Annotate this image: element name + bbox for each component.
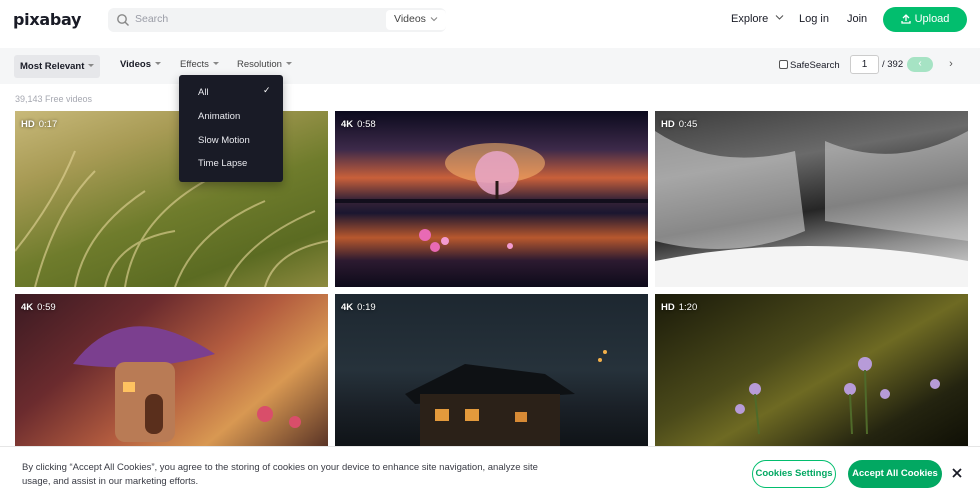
search-icon xyxy=(117,14,129,26)
close-icon[interactable] xyxy=(951,467,963,479)
safesearch-toggle[interactable]: SafeSearch xyxy=(779,60,840,71)
upload-label: Upload xyxy=(914,13,950,25)
duration-label: 0:19 xyxy=(357,302,376,313)
video-thumbnail[interactable]: 4K 0:58 xyxy=(335,111,648,287)
effects-option-slow-motion[interactable]: Slow Motion xyxy=(198,135,250,146)
page-number-input[interactable]: 1 xyxy=(850,55,879,74)
page-total: / 392 xyxy=(882,59,904,70)
prev-page-button[interactable]: ‹ xyxy=(907,57,933,72)
chevron-down-icon xyxy=(430,17,438,22)
top-bar: pixabay Search Videos Explore Log in Joi… xyxy=(0,0,980,40)
resolution-dropdown[interactable]: Resolution xyxy=(237,59,292,70)
chevron-down-icon xyxy=(775,15,784,20)
video-badge: HD 0:17 xyxy=(21,119,57,130)
video-badge: HD 1:20 xyxy=(661,302,697,313)
quality-label: 4K xyxy=(341,302,354,313)
sort-dropdown[interactable]: Most Relevant xyxy=(14,55,101,78)
effects-option-time-lapse[interactable]: Time Lapse xyxy=(198,158,247,169)
upload-button[interactable]: Upload xyxy=(883,7,967,32)
media-type-label: Videos xyxy=(120,59,151,70)
video-badge: 4K 0:19 xyxy=(341,302,376,313)
effects-menu: All ✓ Animation Slow Motion Time Lapse xyxy=(179,75,283,182)
search-type-label: Videos xyxy=(394,13,426,25)
duration-label: 0:17 xyxy=(38,119,58,130)
video-badge: 4K 0:58 xyxy=(341,119,376,130)
caret-down-icon xyxy=(212,62,219,65)
tree-lake-scene xyxy=(335,143,648,252)
cookies-settings-button[interactable]: Cookies Settings xyxy=(752,460,836,488)
pixabay-logo[interactable]: pixabay xyxy=(13,10,81,29)
quality-label: HD xyxy=(21,119,35,130)
video-badge: HD 0:45 xyxy=(661,119,697,130)
effects-label: Effects xyxy=(180,59,209,70)
video-badge: 4K 0:59 xyxy=(21,302,56,313)
caret-down-icon xyxy=(154,62,161,65)
search-input[interactable]: Search xyxy=(135,13,168,25)
crocus-flowers-scene xyxy=(735,357,940,435)
search-type-select[interactable]: Videos xyxy=(386,10,446,30)
video-thumbnail[interactable]: HD 1:20 xyxy=(655,294,968,446)
login-link[interactable]: Log in xyxy=(799,13,829,25)
explore-label: Explore xyxy=(731,13,769,25)
cookie-message: By clicking “Accept All Cookies”, you ag… xyxy=(22,462,538,487)
snow-forest-scene xyxy=(655,131,968,287)
quality-label: HD xyxy=(661,302,675,313)
check-icon: ✓ xyxy=(263,85,271,95)
safesearch-label: SafeSearch xyxy=(790,60,840,71)
cookie-banner: By clicking “Accept All Cookies”, you ag… xyxy=(0,446,980,502)
video-thumbnail[interactable]: 4K 0:59 xyxy=(15,294,328,446)
effects-dropdown[interactable]: Effects xyxy=(180,59,219,70)
effects-option-all[interactable]: All xyxy=(198,87,209,98)
mushroom-house-scene xyxy=(73,326,301,442)
quality-label: 4K xyxy=(21,302,34,313)
search-bar[interactable]: Search Videos xyxy=(108,8,446,32)
join-link[interactable]: Join xyxy=(847,13,867,25)
safesearch-checkbox[interactable] xyxy=(779,60,788,69)
duration-label: 0:58 xyxy=(357,119,376,130)
quality-label: 4K xyxy=(341,119,354,130)
filter-bar: Most Relevant Videos Effects Resolution … xyxy=(0,48,980,84)
caret-down-icon xyxy=(285,62,292,65)
explore-menu[interactable]: Explore xyxy=(731,13,784,25)
sort-label: Most Relevant xyxy=(20,61,85,72)
video-thumbnail[interactable]: 4K 0:19 xyxy=(335,294,648,446)
caret-down-icon xyxy=(88,64,95,67)
accept-all-cookies-button[interactable]: Accept All Cookies xyxy=(848,460,942,488)
duration-label: 1:20 xyxy=(678,302,698,313)
video-thumbnail[interactable]: HD 0:45 xyxy=(655,111,968,287)
resolution-label: Resolution xyxy=(237,59,282,70)
cabin-rain-scene xyxy=(405,350,607,446)
duration-label: 0:45 xyxy=(678,119,698,130)
upload-icon xyxy=(900,14,911,24)
results-count: 39,143 Free videos xyxy=(15,94,93,104)
media-type-dropdown[interactable]: Videos xyxy=(120,59,161,70)
quality-label: HD xyxy=(661,119,675,130)
effects-option-animation[interactable]: Animation xyxy=(198,111,240,122)
next-page-button[interactable]: › xyxy=(944,57,958,72)
duration-label: 0:59 xyxy=(37,302,56,313)
